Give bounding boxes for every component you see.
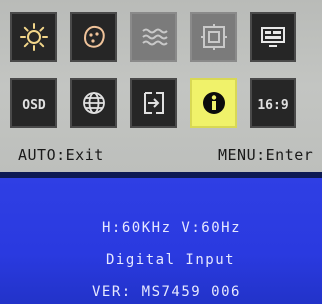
aspect-ratio-tile[interactable]: 16:9 <box>250 78 296 128</box>
menu-row-top <box>10 12 296 62</box>
information-panel: H:60KHz V:60Hz Digital Input VER: MS7459… <box>0 178 322 304</box>
contrast-tile[interactable] <box>70 12 117 62</box>
waves-icon <box>141 28 168 46</box>
monitor-settings-tile[interactable] <box>250 12 296 62</box>
input-source-tile[interactable] <box>130 78 177 128</box>
menu-row-bottom: OSD 16:9 <box>10 78 296 128</box>
osd-icon: OSD <box>22 98 46 113</box>
menu-enter-hint: MENU:Enter <box>218 146 314 164</box>
globe-icon <box>82 92 105 114</box>
aspect-ratio-icon: 16:9 <box>258 98 288 113</box>
information-tile[interactable] <box>190 78 237 128</box>
svg-text:OSD: OSD <box>22 98 46 113</box>
brightness-tile[interactable] <box>10 12 57 62</box>
svg-text:16:9: 16:9 <box>258 98 288 113</box>
brightness-icon <box>19 23 48 51</box>
position-tile[interactable] <box>190 12 237 62</box>
position-icon <box>200 24 227 50</box>
input-type-readout: Digital Input <box>106 252 236 268</box>
monitor-settings-icon <box>261 27 285 47</box>
frequency-readout: H:60KHz V:60Hz <box>102 220 242 236</box>
osd-menu: OSD 16:9 AUTO:Exit MENU:Enter <box>0 0 322 172</box>
auto-exit-hint: AUTO:Exit <box>18 146 104 164</box>
key-hint-bar: AUTO:Exit MENU:Enter <box>0 140 322 172</box>
color-waves-tile[interactable] <box>130 12 177 62</box>
osd-settings-tile[interactable]: OSD <box>10 78 57 128</box>
input-source-icon <box>143 92 164 114</box>
language-tile[interactable] <box>70 78 117 128</box>
information-icon <box>202 92 225 114</box>
firmware-version-readout: VER: MS7459 006 <box>92 284 241 300</box>
contrast-face-icon <box>83 25 105 48</box>
